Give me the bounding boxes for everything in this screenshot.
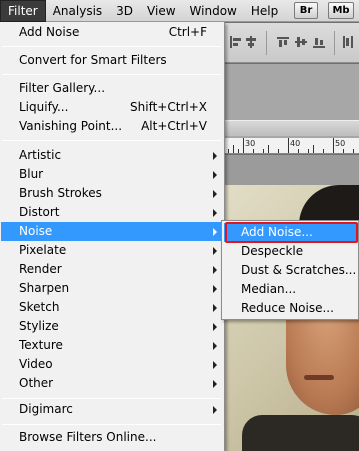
menu-item-label: Filter Gallery... (19, 81, 106, 95)
ruler-label: 30 (245, 139, 256, 148)
menu-item-label: Digimarc (19, 402, 73, 416)
menu-item-distort[interactable]: Distort (1, 203, 223, 222)
menu-item-label: Pixelate (19, 243, 67, 257)
photo-mouth (304, 375, 334, 380)
menubar: Filter Analysis 3D View Window Help Br M… (0, 0, 359, 22)
menu-item-artistic[interactable]: Artistic (1, 146, 223, 165)
menu-item-liquify[interactable]: Liquify... Shift+Ctrl+X (1, 98, 223, 117)
photo-collar (242, 415, 359, 451)
menu-item-label: Sketch (19, 300, 60, 314)
submenu-arrow-icon (213, 285, 217, 293)
ruler-label: 50 (335, 139, 346, 148)
submenu-arrow-icon (213, 209, 217, 217)
menu-separator (2, 74, 221, 75)
noise-submenu: Add Noise... Despeckle Dust & Scratches.… (221, 220, 359, 320)
submenu-arrow-icon (213, 152, 217, 160)
filter-menu: Add Noise Ctrl+F Convert for Smart Filte… (0, 22, 225, 451)
menu-item-label: Vanishing Point... (19, 119, 123, 133)
menu-item-convert-smart-filters[interactable]: Convert for Smart Filters (1, 51, 223, 70)
menu-item-label: Stylize (19, 319, 59, 333)
menu-item-label: Artistic (19, 148, 62, 162)
menu-item-label: Distort (19, 205, 60, 219)
menu-item-noise[interactable]: Noise (1, 222, 223, 241)
submenu-item-median[interactable]: Median... (224, 280, 357, 299)
menu-item-digimarc[interactable]: Digimarc (1, 400, 223, 419)
menu-item-sketch[interactable]: Sketch (1, 298, 223, 317)
menu-item-shortcut: Shift+Ctrl+X (130, 100, 207, 114)
mini-bridge-button[interactable]: Mb (328, 2, 354, 19)
menu-separator (2, 398, 221, 399)
menu-item-last-filter[interactable]: Add Noise Ctrl+F (1, 23, 223, 42)
menu-separator (2, 424, 221, 425)
menu-window[interactable]: Window (183, 0, 244, 22)
menu-item-sharpen[interactable]: Sharpen (1, 279, 223, 298)
menu-item-label: Other (19, 376, 54, 390)
menu-3d[interactable]: 3D (109, 0, 140, 22)
menu-separator (2, 140, 221, 141)
menu-item-label: Brush Strokes (19, 186, 102, 200)
toolbar-separator (334, 31, 335, 55)
menu-item-render[interactable]: Render (1, 260, 223, 279)
menu-item-blur[interactable]: Blur (1, 165, 223, 184)
submenu-arrow-icon (213, 247, 217, 255)
menu-help[interactable]: Help (244, 0, 285, 22)
menu-separator (2, 46, 221, 47)
align-center-icon[interactable] (244, 35, 258, 49)
menu-filter[interactable]: Filter (0, 0, 46, 22)
submenu-arrow-icon (213, 228, 217, 236)
document-tab[interactable] (224, 120, 359, 136)
submenu-arrow-icon (213, 266, 217, 274)
distribute-top-icon[interactable] (276, 35, 290, 49)
canvas-background (224, 155, 359, 185)
submenu-arrow-icon (213, 361, 217, 369)
submenu-arrow-icon (213, 190, 217, 198)
submenu-arrow-icon (213, 406, 217, 414)
submenu-arrow-icon (213, 380, 217, 388)
submenu-arrow-icon (213, 171, 217, 179)
menu-item-label: Browse Filters Online... (19, 430, 157, 444)
menu-item-label: Liquify... (19, 100, 69, 114)
menu-item-label: Video (19, 357, 53, 371)
menu-item-label: Sharpen (19, 281, 70, 295)
menu-item-label: Texture (19, 338, 63, 352)
menu-item-vanishing-point[interactable]: Vanishing Point... Alt+Ctrl+V (1, 117, 223, 136)
menu-item-label: Convert for Smart Filters (19, 53, 167, 67)
align-left-icon[interactable] (228, 35, 242, 49)
bridge-button[interactable]: Br (294, 2, 318, 19)
submenu-item-add-noise[interactable]: Add Noise... (224, 223, 357, 242)
menu-item-label: Render (19, 262, 62, 276)
submenu-arrow-icon (213, 342, 217, 350)
menu-item-stylize[interactable]: Stylize (1, 317, 223, 336)
submenu-arrow-icon (213, 323, 217, 331)
submenu-item-reduce-noise[interactable]: Reduce Noise... (224, 299, 357, 318)
menu-item-pixelate[interactable]: Pixelate (1, 241, 223, 260)
menu-item-label: Add Noise (19, 25, 80, 39)
distribute-left-icon[interactable] (342, 35, 356, 49)
menu-view[interactable]: View (140, 0, 182, 22)
distribute-middle-icon[interactable] (294, 35, 308, 49)
menu-item-other[interactable]: Other (1, 374, 223, 393)
submenu-arrow-icon (213, 304, 217, 312)
menu-item-label: Blur (19, 167, 44, 181)
submenu-item-dust-scratches[interactable]: Dust & Scratches... (224, 261, 357, 280)
menu-item-brush-strokes[interactable]: Brush Strokes (1, 184, 223, 203)
menu-item-video[interactable]: Video (1, 355, 223, 374)
menu-analysis[interactable]: Analysis (46, 0, 109, 22)
distribute-bottom-icon[interactable] (312, 35, 326, 49)
menu-item-texture[interactable]: Texture (1, 336, 223, 355)
menu-item-label: Noise (19, 224, 53, 238)
horizontal-ruler: 30 40 50 (224, 138, 359, 154)
menu-item-browse-filters-online[interactable]: Browse Filters Online... (1, 428, 223, 447)
menu-item-shortcut: Ctrl+F (168, 25, 207, 39)
menu-item-filter-gallery[interactable]: Filter Gallery... (1, 79, 223, 98)
toolbar-separator (266, 31, 267, 55)
submenu-item-despeckle[interactable]: Despeckle (224, 242, 357, 261)
menu-item-shortcut: Alt+Ctrl+V (141, 119, 207, 133)
ruler-label: 40 (290, 139, 301, 148)
